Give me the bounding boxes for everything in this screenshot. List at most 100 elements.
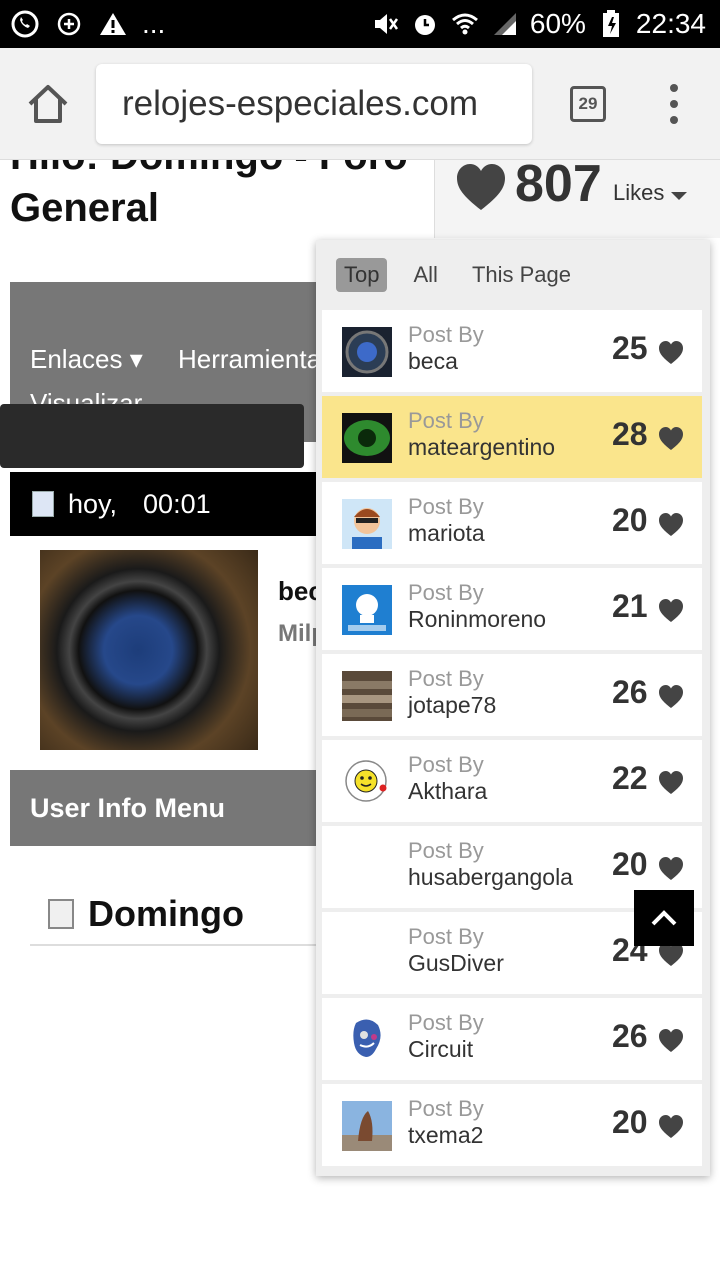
heart-icon bbox=[659, 771, 683, 794]
user-avatar bbox=[342, 327, 392, 377]
post-by-label: Post By bbox=[408, 924, 484, 949]
like-row[interactable]: Post By beca 25 bbox=[322, 310, 702, 394]
heart-icon bbox=[659, 341, 683, 364]
heart-icon bbox=[457, 164, 505, 210]
like-row[interactable]: Post By mariota 20 bbox=[322, 482, 702, 566]
heart-icon bbox=[659, 1029, 683, 1052]
url-field[interactable]: relojes-especiales.com bbox=[96, 64, 532, 144]
home-button[interactable] bbox=[26, 82, 70, 126]
likes-toggle[interactable]: 807 Likes bbox=[434, 160, 720, 238]
heart-icon bbox=[659, 513, 683, 536]
likes-label: Likes bbox=[613, 180, 665, 205]
browser-toolbar: relojes-especiales.com 29 bbox=[0, 48, 720, 160]
user-avatar bbox=[342, 585, 392, 635]
menu-dot bbox=[670, 116, 678, 124]
post-date-time: 00:01 bbox=[143, 488, 211, 519]
like-row[interactable]: Post By Roninmoreno 21 bbox=[322, 568, 702, 652]
home-icon bbox=[28, 85, 68, 123]
like-count: 21 bbox=[612, 588, 648, 624]
nav-herramientas[interactable]: Herramientas bbox=[178, 344, 316, 375]
heart-icon bbox=[659, 427, 683, 450]
signal-icon bbox=[490, 9, 520, 39]
like-author: Circuit bbox=[408, 1036, 474, 1062]
thread-title: Hilo: Domingo - Foro General bbox=[10, 160, 408, 230]
notification-overflow: ... bbox=[142, 8, 166, 39]
like-author: mariota bbox=[408, 520, 485, 546]
whatsapp-icon bbox=[10, 9, 40, 39]
chevron-down-icon bbox=[671, 192, 687, 200]
like-count: 20 bbox=[612, 502, 648, 538]
tab-all[interactable]: All bbox=[405, 258, 445, 292]
vpn-icon bbox=[54, 9, 84, 39]
like-count: 20 bbox=[612, 1104, 648, 1140]
url-text: relojes-especiales.com bbox=[122, 84, 478, 123]
tab-switcher-button[interactable]: 29 bbox=[570, 86, 606, 122]
like-row[interactable]: Post By txema2 20 bbox=[322, 1084, 702, 1168]
mute-icon bbox=[370, 9, 400, 39]
web-page: Hilo: Domingo - Foro General 807 Likes E… bbox=[0, 160, 720, 1280]
post-by-label: Post By bbox=[408, 752, 484, 777]
post-by-label: Post By bbox=[408, 494, 484, 519]
like-author: GusDiver bbox=[408, 950, 504, 976]
menu-dot bbox=[670, 84, 678, 92]
likes-count: 807 bbox=[515, 160, 602, 213]
user-avatar bbox=[342, 929, 392, 979]
post-by-label: Post By bbox=[408, 322, 484, 347]
tab-this-page[interactable]: This Page bbox=[464, 258, 579, 292]
user-avatar bbox=[342, 843, 392, 893]
like-author: beca bbox=[408, 348, 458, 374]
like-row[interactable]: Post By jotape78 26 bbox=[322, 654, 702, 738]
user-avatar bbox=[342, 1101, 392, 1151]
post-author-card: beca Milpo bbox=[10, 536, 341, 770]
like-row[interactable]: Post By mateargentino 28 bbox=[322, 396, 702, 480]
status-bar: ... 60% 22:34 bbox=[0, 0, 720, 48]
like-row[interactable]: Post By Circuit 26 bbox=[322, 998, 702, 1082]
heart-icon bbox=[659, 599, 683, 622]
likes-panel-tabs: Top All This Page bbox=[316, 240, 710, 310]
document-icon bbox=[32, 491, 54, 517]
warning-icon bbox=[98, 9, 128, 39]
battery-percent: 60% bbox=[529, 8, 586, 39]
heart-icon bbox=[659, 685, 683, 708]
wifi-icon bbox=[450, 9, 480, 39]
like-count: 20 bbox=[612, 846, 648, 882]
heart-icon bbox=[659, 1115, 683, 1138]
author-avatar-watch[interactable] bbox=[40, 550, 258, 750]
clock: 22:34 bbox=[635, 8, 706, 39]
like-count: 25 bbox=[612, 330, 648, 366]
like-author: husabergangola bbox=[408, 864, 573, 890]
post-icon bbox=[48, 899, 74, 929]
post-title: Domingo bbox=[30, 884, 320, 946]
like-author: Akthara bbox=[408, 778, 488, 804]
user-avatar bbox=[342, 499, 392, 549]
post-title-text: Domingo bbox=[88, 893, 244, 934]
chevron-up-icon bbox=[651, 910, 677, 926]
user-avatar bbox=[342, 671, 392, 721]
nav-enlaces-label: Enlaces bbox=[30, 344, 123, 374]
post-date-day: hoy, bbox=[68, 488, 118, 519]
like-count: 26 bbox=[612, 674, 648, 710]
nav-enlaces[interactable]: Enlaces ▾ bbox=[30, 344, 143, 375]
post-by-label: Post By bbox=[408, 1096, 484, 1121]
alarm-icon bbox=[410, 9, 440, 39]
overflow-menu-button[interactable] bbox=[660, 84, 688, 124]
like-row[interactable]: Post By Akthara 22 bbox=[322, 740, 702, 824]
post-by-label: Post By bbox=[408, 408, 484, 433]
user-info-menu[interactable]: User Info Menu bbox=[10, 770, 316, 846]
like-author: Roninmoreno bbox=[408, 606, 547, 632]
menu-dot bbox=[670, 100, 678, 108]
like-count: 22 bbox=[612, 760, 648, 796]
like-author: jotape78 bbox=[408, 692, 497, 718]
post-by-label: Post By bbox=[408, 1010, 484, 1035]
battery-icon bbox=[596, 9, 626, 39]
post-by-label: Post By bbox=[408, 838, 484, 863]
post-by-label: Post By bbox=[408, 580, 484, 605]
like-count: 26 bbox=[612, 1018, 648, 1054]
nav-dropdown-bar bbox=[0, 404, 304, 468]
tab-top[interactable]: Top bbox=[336, 258, 388, 292]
post-date-bar: hoy, 00:01 bbox=[10, 472, 316, 536]
user-avatar bbox=[342, 413, 392, 463]
scroll-to-top-button[interactable] bbox=[634, 890, 694, 946]
like-author: mateargentino bbox=[408, 434, 556, 460]
like-count: 28 bbox=[612, 416, 648, 452]
